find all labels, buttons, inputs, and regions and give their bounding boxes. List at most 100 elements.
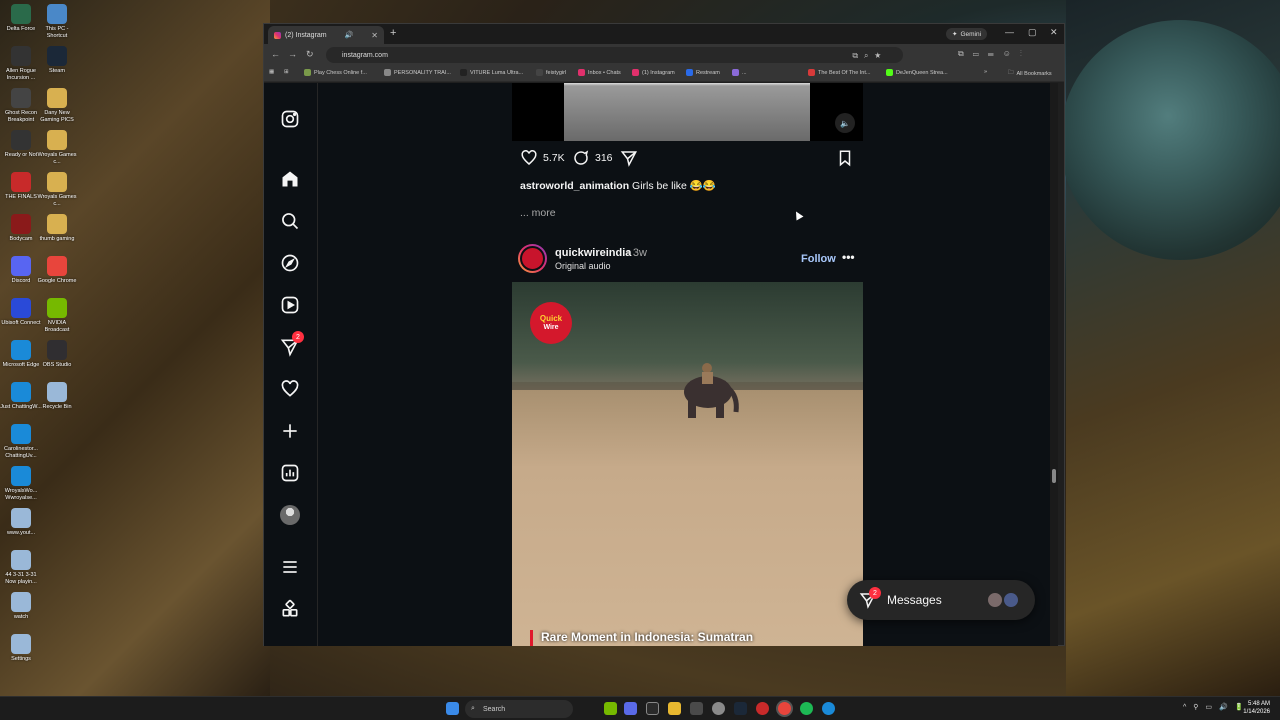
all-bookmarks[interactable]: 🗀 All Bookmarks [1008,69,1052,78]
grid-icon[interactable]: ⊞ [284,69,289,75]
bookmark-item[interactable]: Inbox • Chats [578,69,621,76]
bookmark-item[interactable]: ... [732,69,747,76]
steam-icon[interactable] [734,702,747,715]
desktop-icon-label: OBS Studio [42,362,72,368]
notification-badge: 2 [292,331,304,343]
share-action[interactable] [620,149,638,167]
messages-button[interactable]: 2 Messages [847,580,1035,620]
instagram-logo-icon[interactable] [280,109,300,129]
toolbar-icons[interactable]: ⧉▭☰☺⋮ [958,49,1031,59]
more-bookmarks-icon[interactable]: » [984,69,987,75]
edge-icon[interactable] [822,702,835,715]
chrome-icon[interactable] [778,702,791,715]
start-icon[interactable] [446,702,459,715]
previous-post-video[interactable]: 🔈 [512,83,863,141]
instagram-page: 2 🔈 5.7K 316 astroworld_animation Girls … [264,83,1058,646]
new-tab-button[interactable]: + [390,27,396,39]
desktop-icon[interactable]: thumb gaming [36,214,78,243]
like-action[interactable]: 5.7K [520,149,565,167]
bookmark-item[interactable]: feistygirl [536,69,566,76]
url-field[interactable]: instagram.com ⧉⌕★ [326,47,903,63]
close-window-icon[interactable]: ✕ [1050,27,1058,38]
desktop-icon[interactable]: Wroyals Games c... [36,130,78,166]
minimize-icon[interactable]: — [1005,27,1014,37]
more-options-icon[interactable]: ••• [842,250,855,264]
instagram-favicon [274,31,281,39]
taskbar-clock[interactable]: 5:48 AM 1/14/2026 [1243,700,1270,716]
like-icon[interactable] [520,149,538,167]
nvidia-icon[interactable] [604,702,617,715]
desktop-icon[interactable]: WroyalsWo... Wwroyalse... [0,466,42,502]
also-from-meta-icon[interactable] [280,599,300,619]
app-icon [11,214,31,234]
dashboard-icon[interactable] [280,463,300,483]
speaker-icon[interactable]: 🔊 [345,31,354,39]
desktop-icon[interactable]: www.yout... [0,508,42,537]
desktop-icon[interactable]: 44 3-31 3-31 Now playin... [0,550,42,586]
bookmark-favicon-icon [632,69,639,76]
post-video[interactable]: Quick Wire Rare Moment in Indonesia: Sum… [512,282,863,646]
store-icon[interactable] [646,702,659,715]
taskbar-search[interactable]: ⌕ Search [465,700,573,718]
post-avatar[interactable] [518,244,547,273]
create-icon[interactable] [280,421,300,441]
audio-icon[interactable]: 🔈 [835,113,855,133]
maximize-icon[interactable]: ▢ [1028,27,1037,38]
reels-icon[interactable] [280,295,300,315]
app-red-icon[interactable] [756,702,769,715]
desktop-icon[interactable]: Wroyals Games c... [36,172,78,208]
bookmark-item[interactable]: Restream [686,69,720,76]
desktop-icon[interactable]: NVIDIA Broadcast [36,298,78,334]
spotify-icon[interactable] [800,702,813,715]
desktop-icon[interactable]: Dany New Gaming PICS [36,88,78,124]
post-audio[interactable]: Original audio [555,261,611,271]
settings-icon[interactable] [712,702,725,715]
bookmark-item[interactable]: PERSONALITY TRAI... [384,69,451,76]
tab-instagram[interactable]: (2) Instagram 🔊 ✕ [268,26,384,44]
bookmark-item[interactable]: Play Chess Online f... [304,69,367,76]
home-icon[interactable] [280,169,300,189]
heart-icon[interactable] [280,379,300,399]
menu-icon[interactable] [280,557,300,577]
desktop-icon[interactable]: This PC - Shortcut [36,4,78,40]
bookmark-item[interactable]: VITURE Luma Ultra... [460,69,523,76]
close-tab-icon[interactable]: ✕ [371,31,378,40]
apps-icon[interactable]: ▦ [269,69,274,75]
desktop-icon[interactable]: Carolinestor... ChattingUv... [0,424,42,460]
comment-icon[interactable] [572,149,590,167]
comment-action[interactable]: 316 [572,149,613,167]
scrollbar-thumb[interactable] [1052,469,1056,483]
reload-icon[interactable]: ↻ [306,49,314,60]
search-icon[interactable] [280,211,300,231]
post-username[interactable]: quickwireindia [555,247,631,259]
file-explorer-icon[interactable] [668,702,681,715]
gemini-button[interactable]: ✦ Gemini [946,28,988,40]
system-tray-icons[interactable]: ^⚲▭🔊🔋 [1183,703,1250,711]
bookmark-favicon-icon [304,69,311,76]
page-scrollbar[interactable] [1050,83,1058,646]
desktop-icon[interactable]: Steam [36,46,78,75]
desktop-icon[interactable]: OBS Studio [36,340,78,369]
profile-avatar[interactable] [280,505,300,525]
follow-button[interactable]: Follow [801,253,836,265]
desktop-icon[interactable]: Google Chrome [36,256,78,285]
app-icon [11,382,31,402]
explore-icon[interactable] [280,253,300,273]
desktop-icon[interactable]: Settings [0,634,42,663]
copilot-icon[interactable] [624,702,637,715]
more-link[interactable]: ... more [520,207,556,219]
app-icon[interactable] [690,702,703,715]
desktop-icon-label: WroyalsWo... Wwroyalse... [4,488,38,501]
share-icon[interactable] [620,149,638,167]
bookmark-item[interactable]: The Best Of The Int... [808,69,870,76]
caption-username[interactable]: astroworld_animation [520,180,629,192]
forward-icon[interactable]: → [288,49,297,59]
bookmark-item[interactable]: DeJenQueen Strea... [886,69,948,76]
bookmark-item[interactable]: (1) Instagram [632,69,675,76]
save-action[interactable] [836,149,854,167]
omnibox-actions[interactable]: ⧉⌕★ [852,51,887,61]
desktop-icon[interactable]: watch [0,592,42,621]
desktop-icon[interactable]: Recycle Bin [36,382,78,411]
back-icon[interactable]: ← [271,49,280,59]
bookmark-icon[interactable] [836,149,854,167]
